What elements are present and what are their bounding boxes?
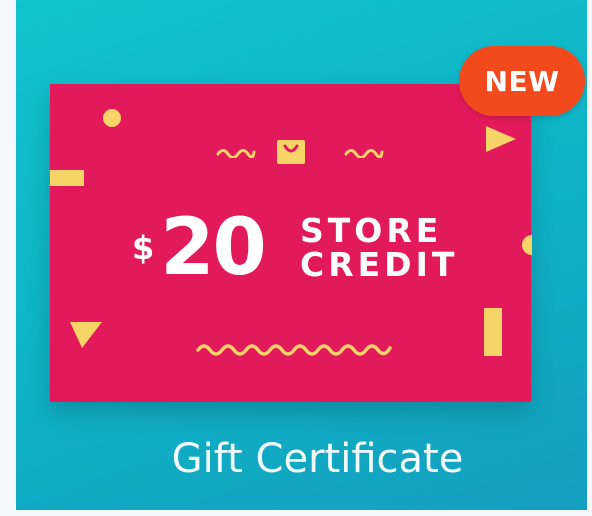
squiggle-decoration-bottom [196, 344, 392, 356]
currency-symbol: $ [132, 229, 155, 267]
semicircle-decoration [522, 235, 532, 255]
triangle-decoration-right [486, 126, 516, 152]
squiggle-decoration-left [216, 149, 256, 158]
bar-decoration-left [50, 170, 84, 186]
store-credit-label: STORE CREDIT [300, 214, 458, 282]
amount-value: 20 [160, 203, 267, 293]
credit-label: CREDIT [300, 245, 459, 284]
gift-certificate-tile[interactable]: NEW $ 20 STORE CREDIT Gift Certificate [16, 0, 587, 510]
squiggle-decoration-right [344, 149, 384, 158]
store-label: STORE [300, 211, 443, 250]
circle-decoration [103, 109, 121, 127]
triangle-decoration-left [70, 322, 102, 348]
gift-card-image [50, 84, 532, 402]
shopping-bag-icon [277, 140, 305, 164]
credit-amount: $ 20 [132, 203, 267, 293]
new-badge: NEW [459, 46, 585, 116]
product-title[interactable]: Gift Certificate [32, 436, 592, 482]
bar-decoration-right [484, 308, 502, 356]
